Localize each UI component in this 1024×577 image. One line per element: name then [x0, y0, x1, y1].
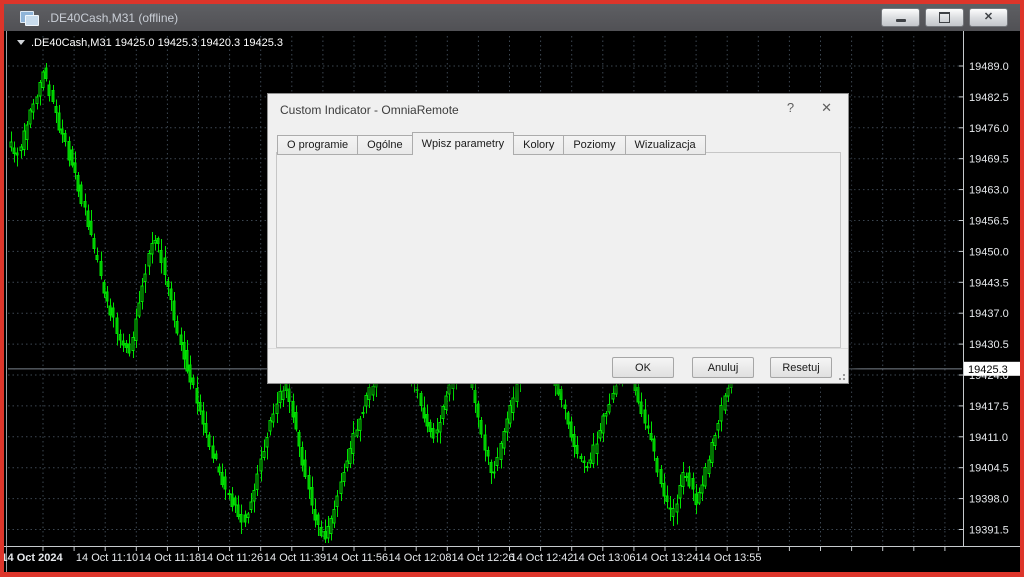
- price-axis-label: 19476.0: [969, 123, 1009, 135]
- minimize-icon: [896, 19, 906, 22]
- time-axis-label: 14 Oct 11:26: [201, 552, 263, 564]
- tab-poziomy[interactable]: Poziomy: [564, 135, 625, 155]
- custom-indicator-dialog: Custom Indicator - OmniaRemote ? ✕ O pro…: [267, 93, 849, 384]
- price-axis-label: 19398.0: [969, 494, 1009, 506]
- price-axis-label: 19482.5: [969, 92, 1009, 104]
- dialog-close-button[interactable]: ✕: [821, 101, 832, 114]
- window-title: .DE40Cash,M31 (offline): [47, 11, 178, 25]
- dialog-title: Custom Indicator - OmniaRemote: [280, 103, 459, 117]
- close-button[interactable]: ✕: [969, 8, 1008, 27]
- tab-o-programie[interactable]: O programie: [277, 135, 358, 155]
- time-axis-label: 14 Oct 11:18: [139, 552, 201, 564]
- resize-grip[interactable]: [836, 371, 845, 380]
- time-axis-label: 14 Oct 12:08: [389, 552, 452, 564]
- current-price-label: 19425.3: [968, 364, 1008, 376]
- chart-window-icon: [20, 11, 38, 25]
- price-axis-label: 19417.5: [969, 401, 1009, 413]
- tab-wizualizacja[interactable]: Wizualizacja: [626, 135, 706, 155]
- ok-button[interactable]: OK: [612, 357, 674, 378]
- price-axis-label: 19437.0: [969, 308, 1009, 320]
- price-axis-label: 19411.0: [969, 432, 1008, 444]
- time-axis-label: 14 Oct 12:26: [452, 552, 515, 564]
- time-axis-label: 14 Oct 11:10: [76, 552, 138, 564]
- time-axis-label: 14 Oct 11:39: [264, 552, 326, 564]
- cancel-button[interactable]: Anuluj: [692, 357, 754, 378]
- tab-ogólne[interactable]: Ogólne: [358, 135, 412, 155]
- price-axis-label: 19391.5: [969, 525, 1009, 537]
- price-axis-label: 19469.5: [969, 154, 1009, 166]
- time-axis-label: 14 Oct 13:55: [699, 552, 762, 564]
- dialog-help-button[interactable]: ?: [787, 101, 794, 114]
- price-axis-label: 19430.5: [969, 339, 1009, 351]
- tab-page: [276, 152, 841, 348]
- time-axis-label: 14 Oct 13:24: [636, 552, 699, 564]
- restore-icon: [939, 12, 950, 23]
- tab-wpisz-parametry[interactable]: Wpisz parametry: [412, 132, 515, 155]
- time-axis-label: 14 Oct 2024: [1, 552, 63, 564]
- price-axis-label: 19456.5: [969, 216, 1009, 228]
- restore-button[interactable]: [925, 8, 964, 27]
- close-icon: ✕: [984, 12, 993, 23]
- price-axis-label: 19450.0: [969, 246, 1009, 258]
- tab-kolory[interactable]: Kolory: [514, 135, 564, 155]
- price-axis-label: 19404.5: [969, 463, 1009, 475]
- window-titlebar: .DE40Cash,M31 (offline) ✕: [4, 4, 1020, 31]
- dialog-tabs: O programieOgólneWpisz parametryKoloryPo…: [277, 132, 706, 155]
- reset-button[interactable]: Resetuj: [770, 357, 832, 378]
- time-axis-label: 14 Oct 11:56: [326, 552, 388, 564]
- minimize-button[interactable]: [881, 8, 920, 27]
- ohlc-header: .DE40Cash,M31 19425.0 19425.3 19420.3 19…: [31, 37, 283, 49]
- window-controls: ✕: [881, 8, 1008, 27]
- time-axis-label: 14 Oct 13:06: [573, 552, 636, 564]
- footer-separator: [268, 348, 848, 349]
- price-axis-label: 19443.5: [969, 277, 1009, 289]
- time-axis-label: 14 Oct 12:42: [511, 552, 574, 564]
- metatrader-window: 19489.0 19482.5 19476.0 19469.5 19463.0 19456…: [0, 0, 1024, 577]
- price-axis-label: 19489.0: [969, 61, 1009, 73]
- price-axis-label: 19463.0: [969, 185, 1009, 197]
